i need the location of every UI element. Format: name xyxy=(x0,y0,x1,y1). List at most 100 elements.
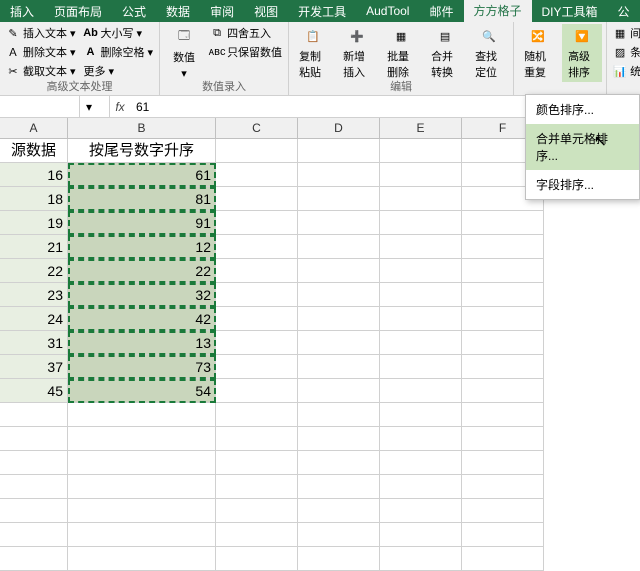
stats-analysis-button[interactable]: 📊统计与分析 xyxy=(611,62,640,80)
cell[interactable] xyxy=(380,403,462,427)
table-row[interactable]: 42 xyxy=(68,307,216,331)
cell[interactable] xyxy=(298,547,380,571)
table-row[interactable]: 19 xyxy=(0,211,68,235)
random-repeat-button[interactable]: 🔀随机重复 xyxy=(518,24,558,82)
cell[interactable] xyxy=(68,523,216,547)
copy-paste-button[interactable]: 📋复制粘贴 xyxy=(293,24,333,82)
cell[interactable] xyxy=(462,307,544,331)
table-row[interactable]: 31 xyxy=(0,331,68,355)
cell[interactable] xyxy=(298,187,380,211)
cell[interactable] xyxy=(68,451,216,475)
tab-audtool[interactable]: AudTool xyxy=(356,1,419,21)
cell[interactable] xyxy=(462,211,544,235)
cell[interactable] xyxy=(216,211,298,235)
cell[interactable] xyxy=(462,379,544,403)
conditional-color-button[interactable]: ▨条件设定颜 xyxy=(611,43,640,61)
cell-a-header[interactable]: 源数据 xyxy=(0,139,68,163)
col-header-c[interactable]: C xyxy=(216,118,298,138)
table-row[interactable]: 16 xyxy=(0,163,68,187)
cell[interactable] xyxy=(380,187,462,211)
cell[interactable] xyxy=(0,451,68,475)
cell[interactable] xyxy=(380,523,462,547)
cell[interactable] xyxy=(298,451,380,475)
cell[interactable] xyxy=(380,547,462,571)
table-row[interactable]: 24 xyxy=(0,307,68,331)
cell-b-header[interactable]: 按尾号数字升序 xyxy=(68,139,216,163)
interval-color-button[interactable]: ▦间隔设定颜 xyxy=(611,24,640,42)
cell[interactable] xyxy=(380,475,462,499)
cell[interactable] xyxy=(0,475,68,499)
table-row[interactable]: 37 xyxy=(0,355,68,379)
find-locate-button[interactable]: 🔍查找定位 xyxy=(469,24,509,82)
cell[interactable] xyxy=(0,499,68,523)
cell[interactable] xyxy=(216,451,298,475)
cell[interactable] xyxy=(462,499,544,523)
table-row[interactable]: 22 xyxy=(0,259,68,283)
table-row[interactable]: 18 xyxy=(0,187,68,211)
case-dropdown[interactable]: Ab大小写 ▾ xyxy=(82,24,156,42)
cell[interactable] xyxy=(380,211,462,235)
cell[interactable] xyxy=(216,499,298,523)
cell[interactable] xyxy=(462,547,544,571)
advanced-sort-button[interactable]: 🔽高级排序 xyxy=(562,24,602,82)
cell[interactable] xyxy=(380,307,462,331)
cell[interactable] xyxy=(462,451,544,475)
delete-text-dropdown[interactable]: Ａ删除文本 ▾ xyxy=(4,43,78,61)
cell[interactable] xyxy=(380,235,462,259)
cell[interactable] xyxy=(68,475,216,499)
cell[interactable] xyxy=(298,355,380,379)
table-row[interactable]: 73 xyxy=(68,355,216,379)
cell[interactable] xyxy=(298,163,380,187)
cell[interactable] xyxy=(68,547,216,571)
cell[interactable] xyxy=(380,139,462,163)
sort-by-field[interactable]: 字段排序... xyxy=(526,170,639,199)
cell[interactable] xyxy=(298,307,380,331)
sort-by-color[interactable]: 颜色排序... xyxy=(526,95,639,124)
cell[interactable] xyxy=(0,547,68,571)
col-header-b[interactable]: B xyxy=(68,118,216,138)
table-row[interactable]: 13 xyxy=(68,331,216,355)
cell[interactable] xyxy=(298,475,380,499)
cell[interactable] xyxy=(298,379,380,403)
cell[interactable] xyxy=(298,283,380,307)
cell[interactable] xyxy=(298,235,380,259)
cell[interactable] xyxy=(462,235,544,259)
cell[interactable] xyxy=(68,499,216,523)
cell[interactable] xyxy=(462,403,544,427)
cell[interactable] xyxy=(68,427,216,451)
name-box[interactable] xyxy=(0,96,80,117)
table-row[interactable]: 22 xyxy=(68,259,216,283)
cell[interactable] xyxy=(0,523,68,547)
cell[interactable] xyxy=(216,547,298,571)
col-header-a[interactable]: A xyxy=(0,118,68,138)
tab-mail[interactable]: 邮件 xyxy=(419,0,463,23)
tab-view[interactable]: 视图 xyxy=(244,0,288,23)
cell[interactable] xyxy=(298,523,380,547)
cell[interactable] xyxy=(216,307,298,331)
cell[interactable] xyxy=(216,187,298,211)
table-row[interactable]: 61 xyxy=(68,163,216,187)
cell[interactable] xyxy=(380,379,462,403)
table-row[interactable]: 45 xyxy=(0,379,68,403)
merge-convert-button[interactable]: ▤合并转换 xyxy=(425,24,465,82)
cell[interactable] xyxy=(216,259,298,283)
table-row[interactable]: 32 xyxy=(68,283,216,307)
cell[interactable] xyxy=(462,475,544,499)
batch-delete-button[interactable]: ▦批量删除 xyxy=(381,24,421,82)
cell[interactable] xyxy=(380,283,462,307)
table-row[interactable]: 12 xyxy=(68,235,216,259)
cell[interactable] xyxy=(462,283,544,307)
cell[interactable] xyxy=(216,403,298,427)
sort-by-merged-cells[interactable]: 合并单元格排序... xyxy=(526,124,639,170)
cell[interactable] xyxy=(298,331,380,355)
tab-insert[interactable]: 插入 xyxy=(0,0,44,23)
fx-icon[interactable]: fx xyxy=(110,100,130,114)
cell[interactable] xyxy=(216,283,298,307)
cell[interactable] xyxy=(380,355,462,379)
cell[interactable] xyxy=(216,523,298,547)
cell[interactable] xyxy=(380,259,462,283)
col-header-d[interactable]: D xyxy=(298,118,380,138)
cell[interactable] xyxy=(380,427,462,451)
insert-new-button[interactable]: ➕新增插入 xyxy=(337,24,377,82)
table-row[interactable]: 21 xyxy=(0,235,68,259)
